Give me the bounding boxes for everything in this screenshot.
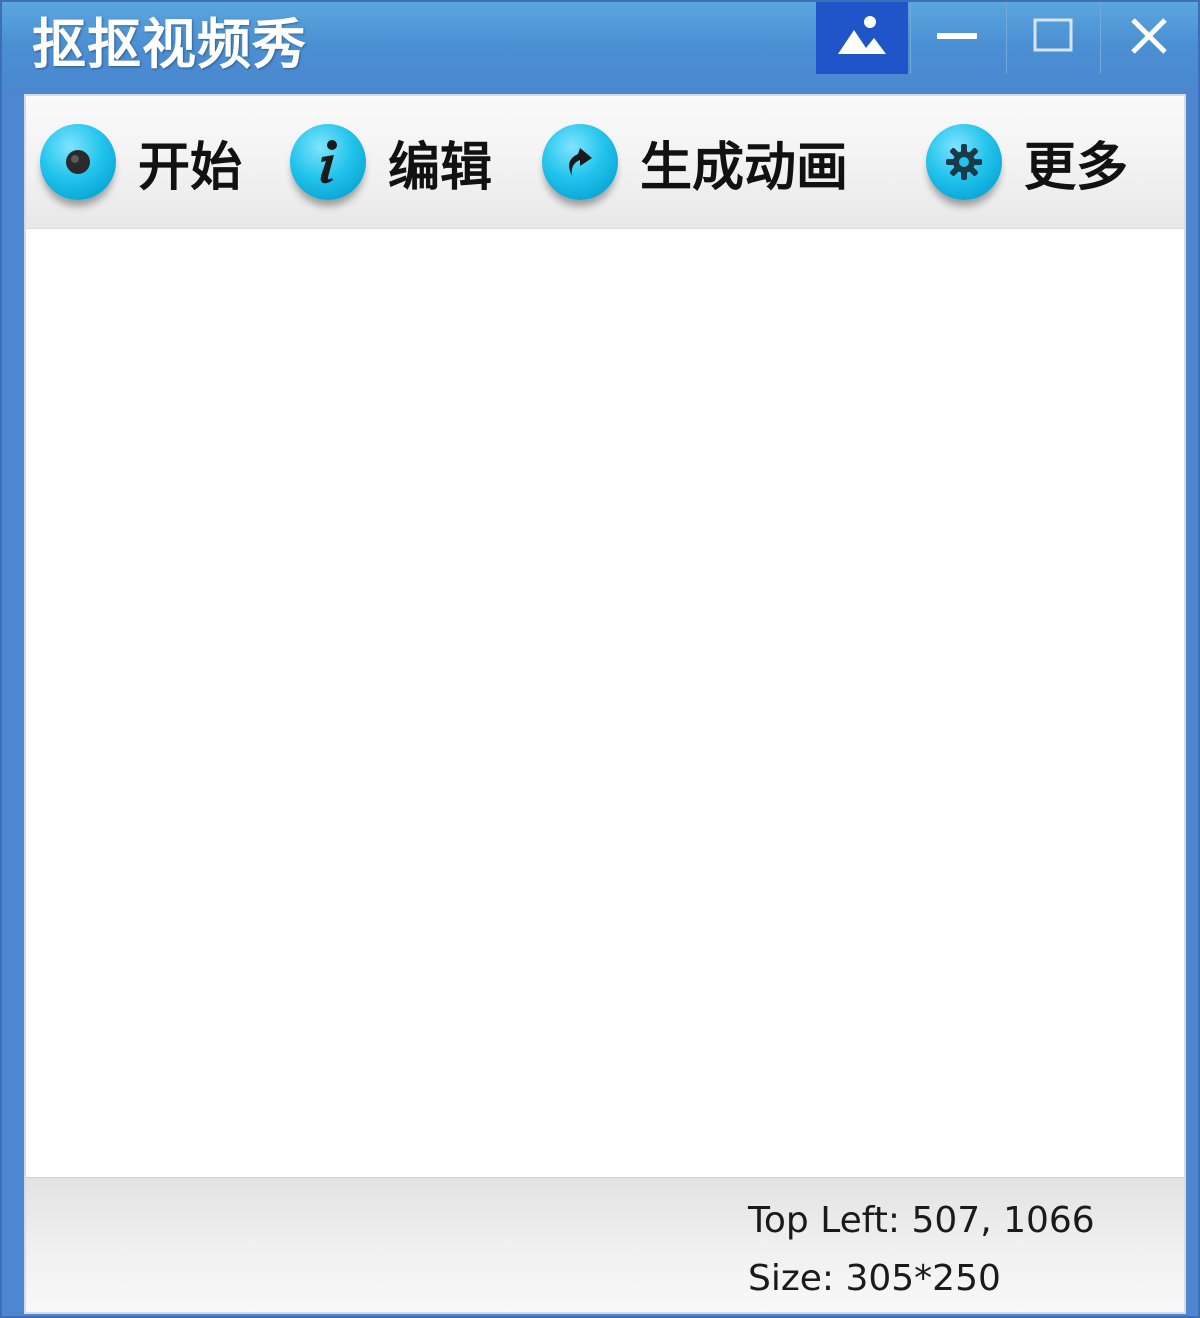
picture-icon xyxy=(836,14,888,62)
size-readout: Size: 305*250 xyxy=(748,1258,1001,1299)
maximize-icon xyxy=(1031,14,1075,62)
more-label: 更多 xyxy=(1024,137,1129,198)
start-label: 开始 xyxy=(138,137,243,198)
window-title: 抠抠视频秀 xyxy=(32,13,307,76)
record-icon xyxy=(40,124,116,200)
title-bar[interactable]: 抠抠视频秀 xyxy=(2,2,1198,90)
capture-area[interactable] xyxy=(26,229,1184,1179)
edit-label: 编辑 xyxy=(388,137,493,198)
toolbar: 开始 编辑 生成动画 更多 xyxy=(26,96,1184,229)
status-bar: Top Left: 507, 1066 Size: 305*250 xyxy=(26,1177,1184,1312)
generate-animation-label: 生成动画 xyxy=(640,137,849,198)
skin-button[interactable] xyxy=(816,2,908,74)
top-left-readout: Top Left: 507, 1066 xyxy=(748,1200,1095,1241)
minimize-icon xyxy=(935,14,979,62)
redo-arrow-icon xyxy=(542,124,618,200)
minimize-button[interactable] xyxy=(910,2,1002,74)
more-button[interactable]: 更多 xyxy=(926,114,1128,210)
maximize-button[interactable] xyxy=(1006,2,1098,74)
app-window: 抠抠视频秀 开始 编辑 生成动画 更多 Top Left: 507, 1066 … xyxy=(0,0,1200,1318)
close-button[interactable] xyxy=(1100,2,1196,74)
start-button[interactable]: 开始 xyxy=(40,114,242,210)
edit-button[interactable]: 编辑 xyxy=(290,114,492,210)
close-icon xyxy=(1127,14,1171,62)
info-icon xyxy=(290,124,366,200)
gear-icon xyxy=(926,124,1002,200)
client-area: 开始 编辑 生成动画 更多 Top Left: 507, 1066 Size: … xyxy=(24,94,1186,1314)
generate-animation-button[interactable]: 生成动画 xyxy=(542,114,848,210)
